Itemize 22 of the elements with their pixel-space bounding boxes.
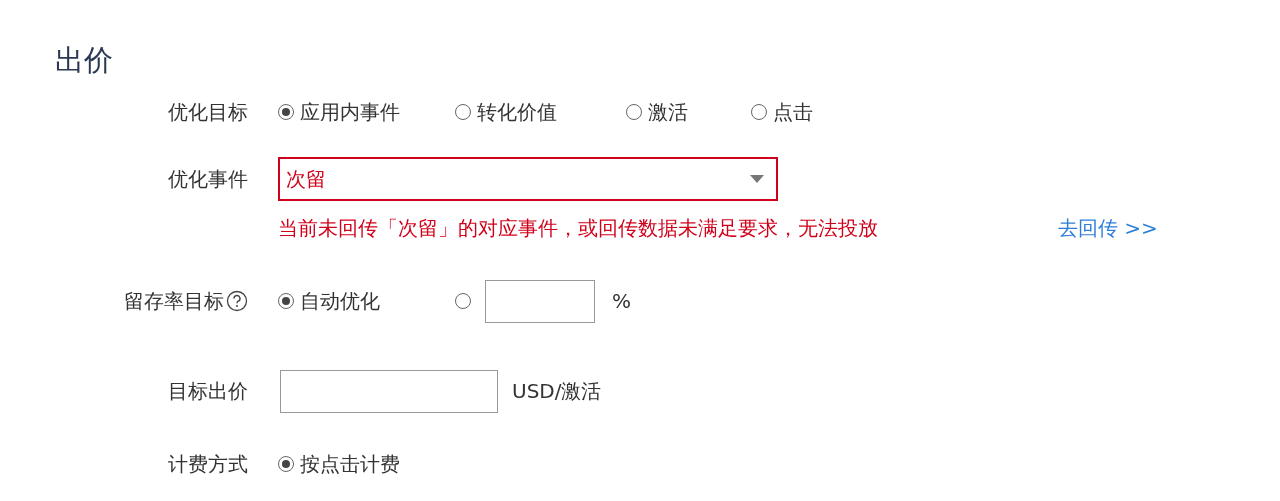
upload-link[interactable]: 去回传 >> xyxy=(1058,215,1158,242)
radio-option[interactable]: 激活 xyxy=(626,98,751,126)
field-label: 优化目标 xyxy=(168,98,248,126)
bid-input[interactable] xyxy=(280,369,498,413)
section-title: 出价 xyxy=(55,42,114,79)
radio-option[interactable] xyxy=(455,293,471,309)
radio-option[interactable]: 自动优化 xyxy=(278,287,455,315)
radio-option[interactable]: 应用内事件 xyxy=(278,98,455,126)
field-label: 目标出价 xyxy=(168,377,248,405)
caret-icon xyxy=(750,175,764,183)
unit-label: USD/激活 xyxy=(512,377,602,405)
radio-option[interactable]: 转化价值 xyxy=(455,98,626,126)
error-message: 当前未回传「次留」的对应事件，或回传数据未满足要求，无法投放 xyxy=(278,215,879,242)
field-label: 计费方式 xyxy=(168,450,248,478)
unit-label: % xyxy=(612,289,631,313)
field-label: 留存率目标 xyxy=(124,287,224,315)
rate-input[interactable] xyxy=(485,279,595,323)
radio-option[interactable]: 点击 xyxy=(751,98,851,126)
radio-option[interactable]: 按点击计费 xyxy=(278,450,455,478)
field-label: 优化事件 xyxy=(168,165,248,193)
event-select[interactable]: 次留 xyxy=(278,157,778,201)
help-icon[interactable] xyxy=(226,290,248,312)
